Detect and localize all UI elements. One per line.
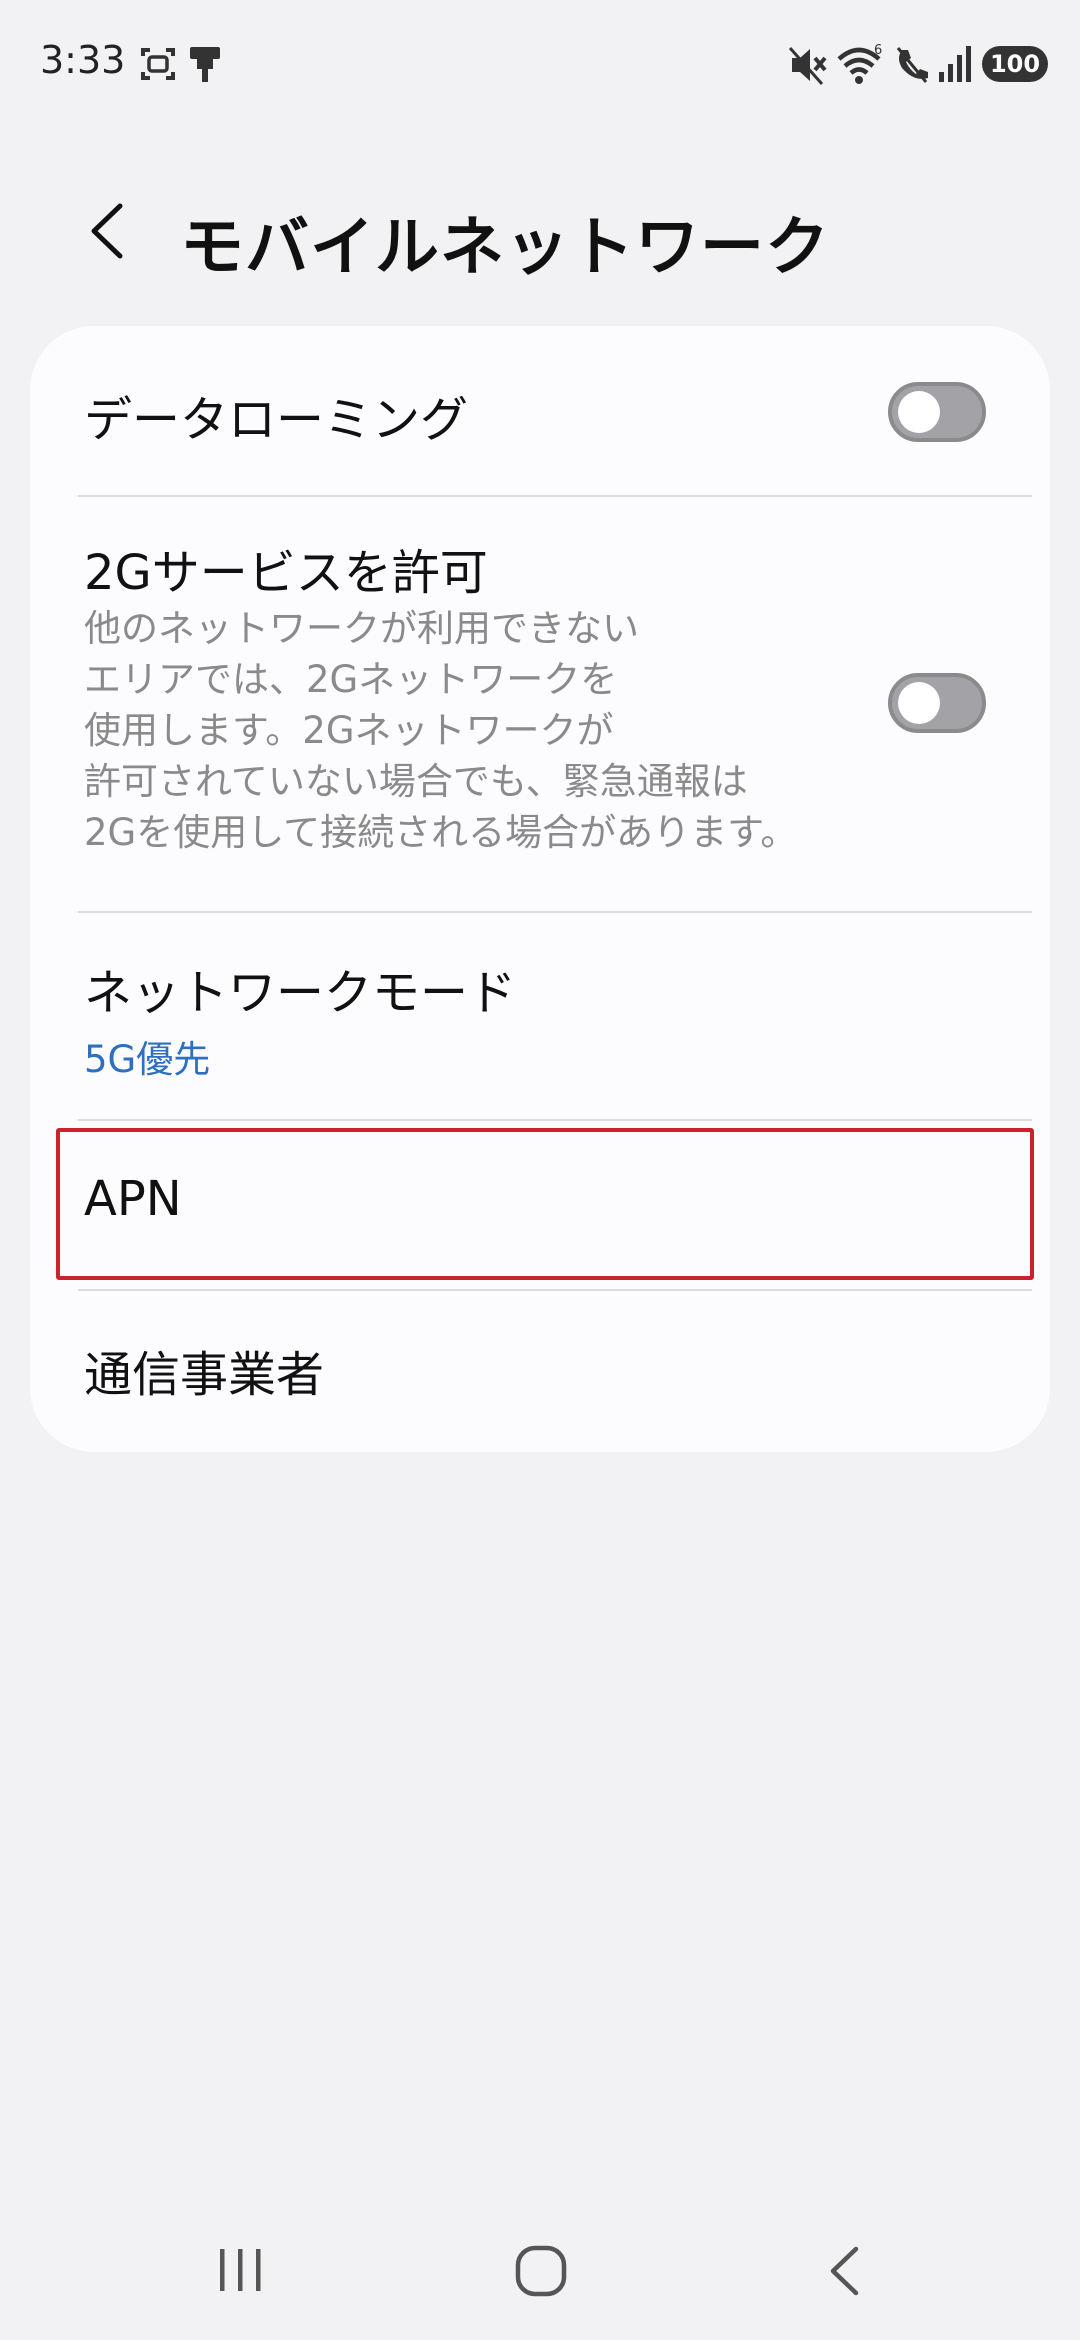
carrier-row[interactable]: 通信事業者 bbox=[30, 1291, 1050, 1452]
network-mode-row[interactable]: ネットワークモード 5G優先 bbox=[30, 913, 1050, 1119]
description-line: 許可されていない場合でも、緊急通報は bbox=[84, 760, 748, 803]
screen: 3:33 6 100 モバイルネットワーク データローミング 2Gサービスを許可… bbox=[0, 0, 1080, 2340]
data-roaming-row[interactable]: データローミング bbox=[30, 326, 1050, 496]
settings-card: データローミング 2Gサービスを許可 他のネットワークが利用できない エリアでは… bbox=[30, 326, 1050, 1452]
toggle-knob bbox=[898, 391, 940, 433]
status-bar: 3:33 6 100 bbox=[0, 0, 1080, 130]
mute-icon bbox=[788, 47, 827, 85]
back-icon[interactable] bbox=[822, 2244, 868, 2298]
home-icon[interactable] bbox=[514, 2244, 568, 2298]
battery-icon: 100 bbox=[982, 46, 1048, 82]
svg-text:6: 6 bbox=[874, 43, 882, 58]
description-line: 使用します。2Gネットワークが bbox=[84, 709, 614, 752]
data-roaming-toggle[interactable] bbox=[888, 382, 986, 442]
network-mode-value: 5G優先 bbox=[84, 1038, 211, 1081]
back-chevron-icon[interactable] bbox=[82, 196, 132, 266]
allow-2g-description: 他のネットワークが利用できない エリアでは、2Gネットワークを 使用します。2G… bbox=[84, 603, 844, 858]
recents-icon[interactable] bbox=[214, 2244, 266, 2296]
allow-2g-toggle[interactable] bbox=[888, 673, 986, 733]
call-off-icon bbox=[896, 47, 928, 83]
allow-2g-title: 2Gサービスを許可 bbox=[84, 545, 488, 601]
screenshot-icon bbox=[141, 48, 175, 80]
description-line: 2Gを使用して接続される場合があります。 bbox=[84, 811, 798, 854]
data-roaming-title: データローミング bbox=[84, 392, 469, 448]
status-time: 3:33 bbox=[40, 38, 126, 82]
signal-icon bbox=[939, 46, 971, 82]
apn-highlight-box bbox=[56, 1128, 1034, 1280]
description-line: 他のネットワークが利用できない bbox=[84, 607, 639, 650]
description-line: エリアでは、2Gネットワークを bbox=[84, 658, 618, 701]
wifi-icon: 6 bbox=[837, 43, 882, 84]
toggle-knob bbox=[898, 682, 940, 724]
allow-2g-row[interactable]: 2Gサービスを許可 他のネットワークが利用できない エリアでは、2Gネットワーク… bbox=[30, 497, 1050, 911]
page-title: モバイルネットワーク bbox=[180, 211, 830, 285]
network-mode-title: ネットワークモード bbox=[84, 965, 517, 1021]
usb-icon bbox=[190, 47, 220, 82]
carrier-title: 通信事業者 bbox=[84, 1347, 325, 1403]
